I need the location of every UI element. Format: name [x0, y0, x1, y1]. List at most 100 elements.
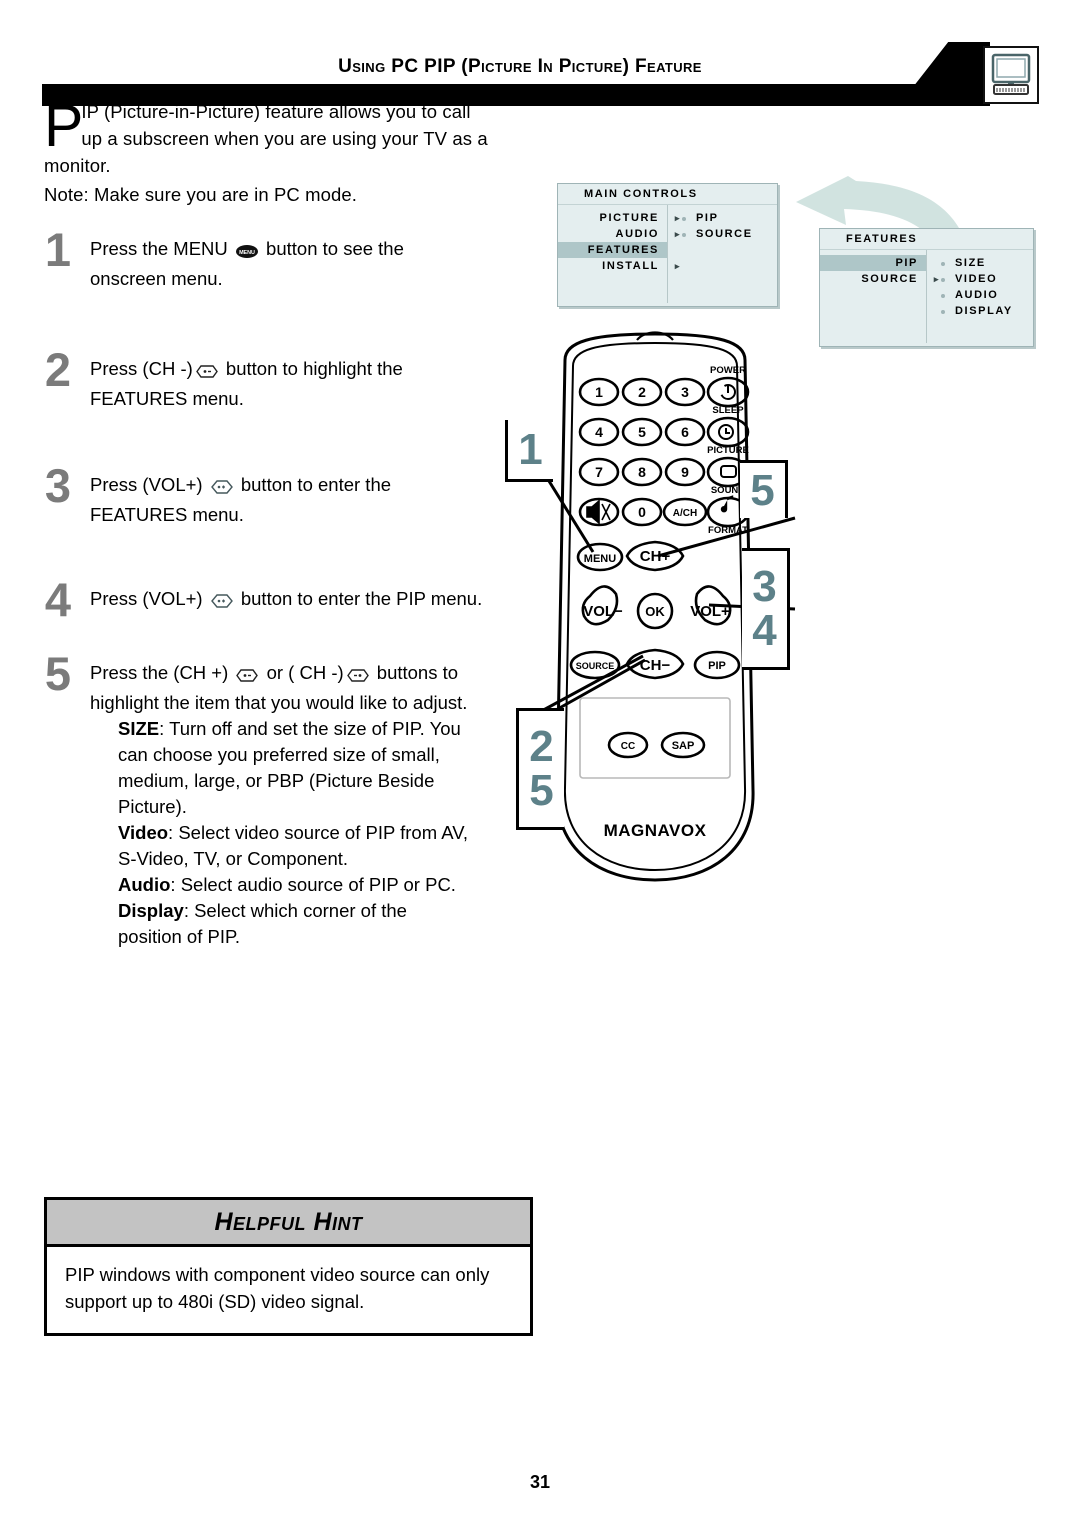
svg-text:SAP: SAP	[672, 740, 695, 752]
svg-text:MENU: MENU	[239, 250, 255, 256]
step-number: 3	[44, 459, 72, 512]
intro-text: P IP (Picture-in-Picture) feature allows…	[44, 93, 514, 208]
callout-number: 1	[518, 424, 543, 474]
callout-number: 5	[529, 766, 554, 815]
step-text-line2: highlight the item that you would like t…	[90, 692, 468, 713]
callout-number: 3	[752, 562, 777, 611]
svg-text:8: 8	[638, 464, 646, 480]
detail-line: Picture).	[118, 794, 510, 820]
detail-label: SIZE	[118, 718, 160, 739]
svg-text:OK: OK	[645, 604, 665, 619]
osd-subitem-size[interactable]: SIZE	[927, 255, 1033, 271]
detail-text: position of PIP.	[118, 926, 241, 947]
step-text-pre: Press (CH -)	[90, 358, 193, 379]
page-number: 31	[529, 1472, 551, 1492]
detail-sep: :	[159, 718, 170, 739]
osd-item-audio[interactable]: AUDIO ▸	[558, 226, 680, 242]
callout-number: 4	[752, 606, 777, 655]
osd-subitem-label: SIZE	[955, 257, 986, 269]
osd-menu-main-controls: MAIN CONTROLS PICTURE ▸ AUDIO ▸ FEATURES I…	[557, 183, 778, 307]
step-item: 2 Press (CH -) button to highlight the F…	[40, 346, 510, 412]
bullet-icon	[941, 262, 945, 266]
vol-up-button-icon	[210, 590, 234, 616]
vol-up-button-icon	[210, 476, 234, 502]
step-text-mid: or ( CH -)	[266, 662, 344, 683]
callout-step-5-top: 5	[740, 460, 788, 518]
svg-text:SLEEP: SLEEP	[712, 405, 744, 416]
detail-sep: :	[170, 874, 181, 895]
page-header: Using PC PIP (Picture In Picture) Featur…	[0, 22, 1080, 106]
svg-text:MENU: MENU	[584, 553, 616, 565]
osd-columns: PICTURE ▸ AUDIO ▸ FEATURES INSTALL ▸ PIP SO…	[558, 205, 777, 303]
osd-subitem-display[interactable]: DISPLAY	[927, 303, 1033, 319]
osd-subitem-label: AUDIO	[955, 289, 999, 301]
osd-right-column: SIZE VIDEO AUDIO DISPLAY	[927, 250, 1033, 343]
detail-line: Audio: Select audio source of PIP or PC.	[118, 872, 510, 898]
helpful-hint-box: Helpful Hint PIP windows with component …	[44, 1197, 533, 1336]
svg-text:PICTURE: PICTURE	[707, 445, 749, 456]
bullet-icon	[941, 278, 945, 282]
detail-text: S-Video, TV, or Component.	[118, 848, 349, 869]
osd-subitem-label: DISPLAY	[955, 305, 1013, 317]
osd-menu-features: FEATURES PIP SOURCE ▸ SIZE VIDEO AUDIO DI…	[819, 228, 1034, 347]
step-text-pre: Press the MENU	[90, 238, 228, 259]
svg-text:CC: CC	[621, 741, 635, 752]
svg-text:2: 2	[638, 384, 646, 400]
osd-item-features[interactable]: FEATURES	[558, 242, 667, 258]
osd-item-source[interactable]: SOURCE ▸	[820, 271, 938, 287]
step-number: 2	[44, 343, 72, 396]
step-text-pre: Press (VOL+)	[90, 588, 203, 609]
page-title: Using PC PIP (Picture In Picture) Featur…	[338, 56, 702, 77]
step-text: Press the MENU MENU button to see the on…	[90, 236, 510, 292]
svg-text:PIP: PIP	[708, 660, 726, 672]
osd-subitem-label: VIDEO	[955, 273, 998, 285]
step-text-post: button to enter the	[240, 474, 392, 495]
svg-text:CH+: CH+	[640, 548, 671, 565]
intro-line-2: up a subscreen when you are using your T…	[81, 128, 488, 149]
detail-line: Display: Select which corner of the	[118, 898, 510, 924]
detail-text: Select which corner of the	[194, 900, 407, 921]
intro-line-1: IP (Picture-in-Picture) feature allows y…	[81, 101, 471, 122]
drop-cap: P	[44, 93, 83, 159]
ch-down-button-icon	[195, 360, 219, 386]
osd-subitem-audio[interactable]: AUDIO	[927, 287, 1033, 303]
step-text-pre: Press (VOL+)	[90, 474, 203, 495]
osd-item-pip[interactable]: PIP	[820, 255, 926, 271]
svg-text:VOL−: VOL−	[583, 603, 623, 620]
detail-line: Video: Select video source of PIP from A…	[118, 820, 510, 846]
svg-text:POWER: POWER	[710, 365, 746, 376]
intro-line-3: monitor.	[44, 155, 111, 176]
callout-number: 5	[750, 465, 775, 515]
detail-text: Select audio source of PIP or PC.	[180, 874, 456, 895]
osd-item-picture[interactable]: PICTURE ▸	[558, 210, 680, 226]
step-text-post: button to enter the PIP menu.	[240, 588, 483, 609]
osd-subitem-source[interactable]: SOURCE	[668, 226, 777, 242]
ch-up-button-icon	[235, 664, 259, 690]
hint-line-1: PIP windows with component video source …	[65, 1264, 490, 1285]
remote-brand-label: MAGNAVOX	[604, 821, 707, 840]
step-text: Press (VOL+) button to enter the PIP men…	[90, 586, 510, 616]
osd-item-install[interactable]: INSTALL ▸	[558, 258, 679, 274]
detail-text: can choose you preferred size of small,	[118, 744, 440, 765]
detail-line: SIZE: Turn off and set the size of PIP. …	[118, 716, 510, 742]
bullet-icon	[682, 217, 686, 221]
step-text: Press the (CH +) or ( CH -) buttons to h…	[90, 660, 510, 950]
callout-step-1: 1	[505, 420, 553, 482]
svg-text:3: 3	[681, 384, 689, 400]
detail-line: S-Video, TV, or Component.	[118, 846, 510, 872]
osd-right-column: PIP SOURCE	[668, 205, 777, 303]
step-text-line2: FEATURES menu.	[90, 504, 244, 525]
step-item: 4 Press (VOL+) button to enter the PIP m…	[40, 576, 510, 623]
osd-item-label: INSTALL	[602, 260, 659, 272]
svg-text:5: 5	[638, 424, 646, 440]
detail-text: Turn off and set the size of PIP. You	[169, 718, 461, 739]
ch-down-button-icon	[346, 664, 370, 690]
detail-text: Select video source of PIP from AV,	[178, 822, 468, 843]
osd-left-column: PIP SOURCE ▸	[820, 250, 938, 343]
svg-text:9: 9	[681, 464, 689, 480]
intro-note: Note: Make sure you are in PC mode.	[44, 184, 358, 205]
svg-text:0: 0	[638, 504, 646, 520]
osd-subitem-video[interactable]: VIDEO	[927, 271, 1033, 287]
osd-subitem-pip[interactable]: PIP	[668, 210, 777, 226]
step-text: Press (CH -) button to highlight the FEA…	[90, 356, 510, 412]
